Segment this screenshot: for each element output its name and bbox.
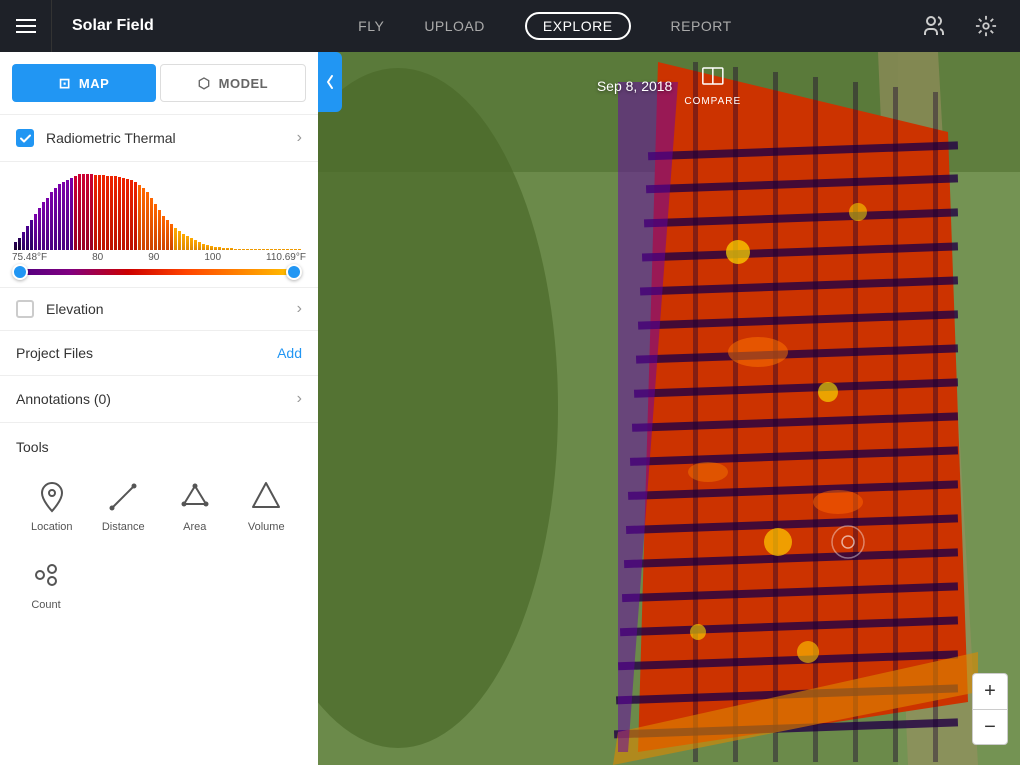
area-icon [177, 479, 213, 515]
zoom-in-button[interactable]: + [972, 673, 1008, 709]
map-top-bar: Sep 8, 2018 COMPARE [597, 64, 741, 107]
menu-button[interactable] [0, 0, 52, 52]
nav-explore[interactable]: EXPLORE [525, 12, 631, 40]
add-button[interactable]: Add [277, 345, 302, 361]
tab-model[interactable]: ⬡ MODEL [160, 64, 306, 102]
temp-90: 90 [148, 252, 159, 263]
navbar: Solar Field FLY UPLOAD EXPLORE REPORT [0, 0, 1020, 52]
hamburger-icon [16, 19, 36, 33]
count-label: Count [31, 599, 60, 611]
tool-location[interactable]: Location [16, 471, 88, 541]
nav-fly[interactable]: FLY [358, 18, 384, 34]
project-files-label: Project Files [16, 345, 93, 361]
tab-map[interactable]: ⊡ MAP [12, 64, 156, 102]
volume-label: Volume [248, 521, 285, 533]
tool-distance[interactable]: Distance [88, 471, 160, 541]
view-tabs: ⊡ MAP ⬡ MODEL [0, 52, 318, 115]
settings-icon[interactable] [968, 8, 1004, 44]
temp-100: 100 [204, 252, 221, 263]
layer-radiometric-thermal[interactable]: Radiometric Thermal › [0, 115, 318, 162]
annotations-chevron-icon: › [297, 390, 302, 408]
elevation-chevron-icon: › [297, 300, 302, 318]
count-icon [28, 557, 64, 593]
temp-max: 110.69°F [266, 252, 306, 263]
tools-title: Tools [16, 439, 302, 455]
tool-area[interactable]: Area [159, 471, 231, 541]
temp-min: 75.48°F [12, 252, 47, 263]
tools-section: Tools Location [0, 423, 318, 765]
model-tab-icon: ⬡ [198, 75, 211, 92]
nav-report[interactable]: REPORT [671, 18, 732, 34]
compare-icon [701, 64, 725, 94]
tool-count[interactable]: Count [24, 549, 68, 619]
slider-thumb-left[interactable] [12, 264, 28, 280]
tools-grid: Location Distance [16, 471, 302, 541]
layer-chevron-icon: › [297, 129, 302, 147]
compare-label: COMPARE [684, 96, 741, 107]
location-icon [34, 479, 70, 515]
elevation-checkbox[interactable] [16, 300, 34, 318]
map-area[interactable]: Sep 8, 2018 COMPARE + − [318, 52, 1020, 765]
sidebar: ⊡ MAP ⬡ MODEL Radiometric Thermal › [0, 52, 318, 765]
nav-upload[interactable]: UPLOAD [424, 18, 485, 34]
area-label: Area [183, 521, 206, 533]
team-icon[interactable] [916, 8, 952, 44]
compare-button[interactable]: COMPARE [684, 64, 741, 107]
temp-scale: 75.48°F 80 90 100 110.69°F [12, 250, 306, 265]
annotations-section[interactable]: Annotations (0) › [0, 376, 318, 423]
volume-icon [248, 479, 284, 515]
elevation-label: Elevation [46, 301, 297, 317]
map-date: Sep 8, 2018 [597, 78, 673, 94]
slider-thumb-right[interactable] [286, 264, 302, 280]
map-background: Sep 8, 2018 COMPARE + − [318, 52, 1020, 765]
sidebar-collapse-tab[interactable] [318, 52, 342, 112]
app-title: Solar Field [52, 17, 174, 35]
layer-checkbox[interactable] [16, 129, 34, 147]
thermal-map-svg [318, 52, 1020, 765]
layer-name: Radiometric Thermal [46, 130, 297, 146]
map-tab-icon: ⊡ [59, 75, 71, 92]
annotations-label: Annotations (0) [16, 391, 111, 407]
temp-80: 80 [92, 252, 103, 263]
zoom-out-button[interactable]: − [972, 709, 1008, 745]
histogram-canvas [12, 170, 302, 250]
map-controls: + − [972, 673, 1008, 745]
temp-slider-track[interactable] [12, 269, 302, 275]
elevation-layer[interactable]: Elevation › [0, 288, 318, 331]
histogram-svg [12, 170, 302, 250]
tool-volume[interactable]: Volume [231, 471, 303, 541]
histogram-section: 75.48°F 80 90 100 110.69°F [0, 162, 318, 288]
nav-right [916, 8, 1020, 44]
project-files-section: Project Files Add [0, 331, 318, 376]
distance-icon [105, 479, 141, 515]
nav-center: FLY UPLOAD EXPLORE REPORT [174, 12, 916, 40]
distance-label: Distance [102, 521, 145, 533]
location-label: Location [31, 521, 73, 533]
